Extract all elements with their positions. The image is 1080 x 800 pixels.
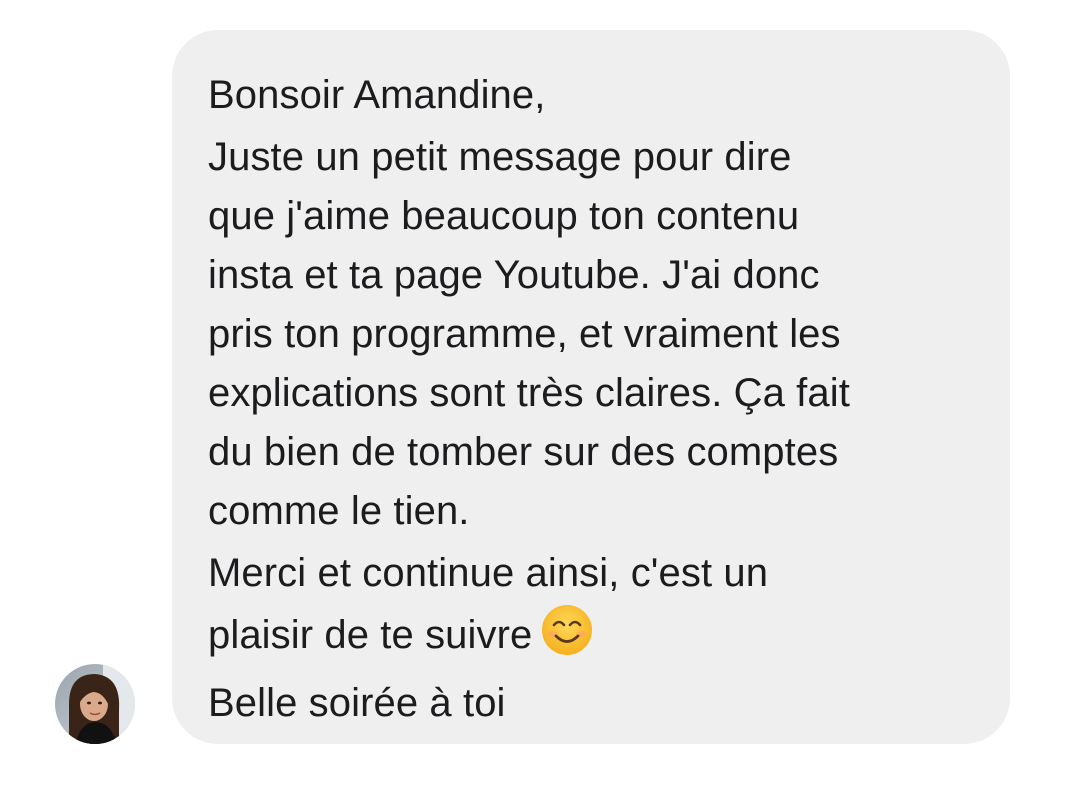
message-line: Belle soirée à toi bbox=[208, 681, 506, 725]
message-greeting: Bonsoir Amandine, bbox=[208, 73, 546, 117]
profile-photo-icon bbox=[55, 664, 135, 744]
message-bubble[interactable]: Bonsoir Amandine, Juste un petit message… bbox=[172, 30, 1010, 744]
message-line: pris ton programme, et vraiment les bbox=[208, 312, 841, 356]
sender-avatar[interactable] bbox=[55, 664, 135, 744]
chat-thread: Bonsoir Amandine, Juste un petit message… bbox=[0, 0, 1080, 800]
message-line: Juste un petit message pour dire bbox=[208, 135, 792, 179]
message-line: que j'aime beaucoup ton contenu bbox=[208, 194, 800, 238]
message-line: du bien de tomber sur des comptes bbox=[208, 430, 839, 474]
message-line: explications sont très claires. Ça fait bbox=[208, 371, 850, 415]
message-line: insta et ta page Youtube. J'ai donc bbox=[208, 253, 820, 297]
message-line-text: plaisir de te suivre bbox=[208, 613, 533, 657]
message-line-with-emoji: plaisir de te suivre bbox=[208, 603, 980, 674]
smiling-face-with-smiling-eyes-icon bbox=[540, 603, 594, 674]
message-line: Merci et continue ainsi, c'est un bbox=[208, 551, 769, 595]
message-line: comme le tien. bbox=[208, 489, 470, 533]
